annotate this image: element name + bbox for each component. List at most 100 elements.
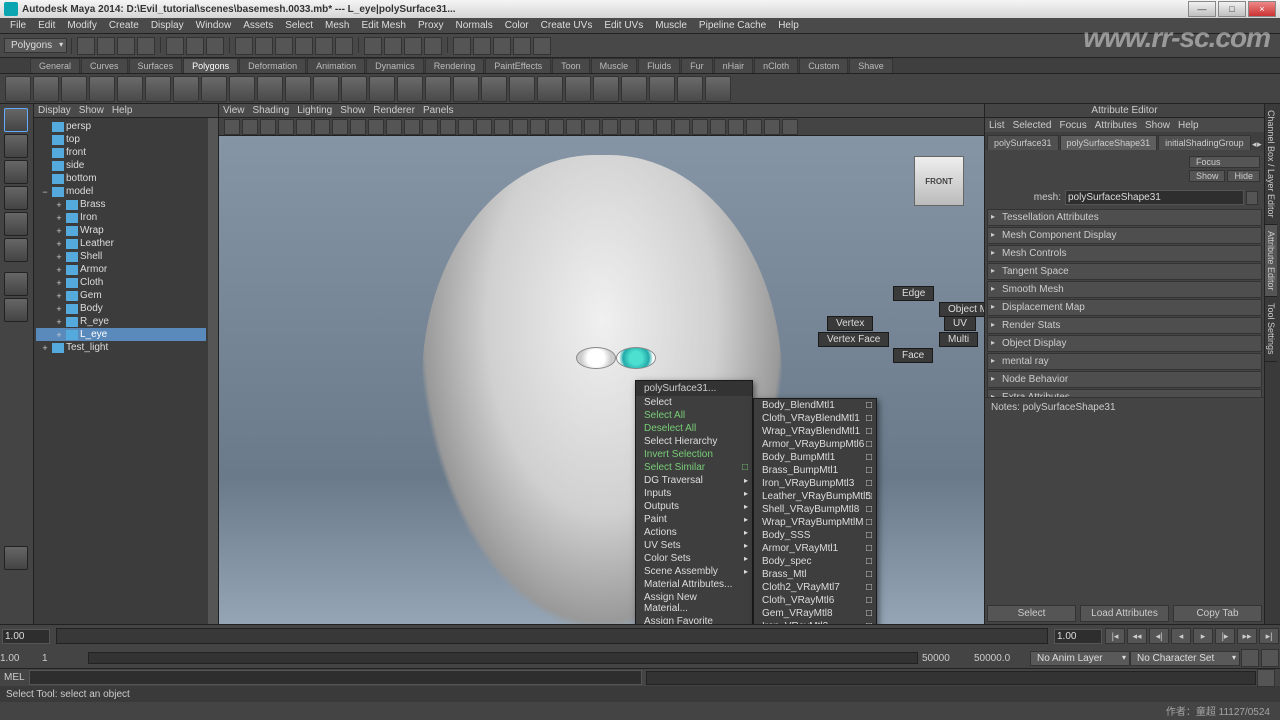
paint-select-tool-icon[interactable]	[4, 160, 28, 184]
range-cur-field[interactable]: 1	[42, 653, 84, 664]
menu-pipeline-cache[interactable]: Pipeline Cache	[693, 20, 772, 31]
outliner-item-front[interactable]: front	[36, 146, 206, 159]
ae-btn-select[interactable]: Select	[987, 605, 1076, 622]
status-icon[interactable]	[404, 37, 422, 55]
material-armor-vraybumpmtl6[interactable]: Armor_VRayBumpMtl6	[754, 438, 876, 451]
go-end-icon[interactable]: ▸|	[1259, 628, 1279, 644]
last-tool-icon[interactable]	[4, 546, 28, 570]
ae-tab-initialshadinggroup[interactable]: initialShadingGroup	[1158, 135, 1251, 150]
outliner-item-l_eye[interactable]: +L_eye	[36, 328, 206, 341]
menu-display[interactable]: Display	[145, 20, 190, 31]
ae-menu-focus[interactable]: Focus	[1059, 120, 1086, 131]
viewport-tool-icon[interactable]	[710, 119, 726, 135]
material-leather-vraybumpmtl5[interactable]: Leather_VRayBumpMtl5	[754, 490, 876, 503]
outliner-item-r_eye[interactable]: +R_eye	[36, 315, 206, 328]
expand-icon[interactable]: +	[54, 213, 64, 223]
ctx-scene-assembly[interactable]: Scene Assembly	[636, 565, 752, 578]
ctx-dg-traversal[interactable]: DG Traversal	[636, 474, 752, 487]
outliner-tree[interactable]: persptopfrontsidebottom−model+Brass+Iron…	[34, 118, 208, 624]
material-wrap-vraybumpmtlm[interactable]: Wrap_VRayBumpMtlM	[754, 516, 876, 529]
viewport-tool-icon[interactable]	[764, 119, 780, 135]
shelf-icon[interactable]	[61, 76, 87, 102]
shelf-tab-muscle[interactable]: Muscle	[591, 58, 638, 73]
move-tool-icon[interactable]	[4, 186, 28, 210]
shelf-icon[interactable]	[229, 76, 255, 102]
viewport-tool-icon[interactable]	[638, 119, 654, 135]
material-armor-vraymtl1[interactable]: Armor_VRayMtl1	[754, 542, 876, 555]
shelf-icon[interactable]	[33, 76, 59, 102]
shelf-icon[interactable]	[257, 76, 283, 102]
viewport-tool-icon[interactable]	[242, 119, 258, 135]
material-wrap-vrayblendmtl1[interactable]: Wrap_VRayBlendMtl1	[754, 425, 876, 438]
ctx-paint[interactable]: Paint	[636, 513, 752, 526]
viewport-canvas[interactable]: FRONT Edge Object Mode Vertex UV Vertex …	[219, 136, 984, 624]
menu-help[interactable]: Help	[772, 20, 805, 31]
status-icon[interactable]	[493, 37, 511, 55]
ae-tab-nav-icon[interactable]: ▸	[1257, 139, 1262, 150]
status-icon[interactable]	[384, 37, 402, 55]
marking-multi[interactable]: Multi	[939, 332, 978, 347]
marking-face[interactable]: Face	[893, 348, 933, 363]
ae-section-extra-attributes[interactable]: Extra Attributes	[987, 389, 1262, 397]
shelf-tab-nhair[interactable]: nHair	[714, 58, 754, 73]
shelf-tab-curves[interactable]: Curves	[81, 58, 128, 73]
ae-section-object-display[interactable]: Object Display	[987, 335, 1262, 352]
status-icon[interactable]	[186, 37, 204, 55]
outliner-scrollbar[interactable]	[208, 118, 218, 624]
material-cloth2-vraymtl7[interactable]: Cloth2_VRayMtl7	[754, 581, 876, 594]
expand-icon[interactable]: −	[40, 187, 50, 197]
menu-proxy[interactable]: Proxy	[412, 20, 450, 31]
material-cloth-vraymtl6[interactable]: Cloth_VRayMtl6	[754, 594, 876, 607]
ae-section-render-stats[interactable]: Render Stats	[987, 317, 1262, 334]
range-start-field[interactable]: 1.00	[0, 653, 42, 664]
ae-section-tangent-space[interactable]: Tangent Space	[987, 263, 1262, 280]
outliner-item-armor[interactable]: +Armor	[36, 263, 206, 276]
play-fwd-icon[interactable]: ▸	[1193, 628, 1213, 644]
shelf-icon[interactable]	[705, 76, 731, 102]
ae-menu-attributes[interactable]: Attributes	[1095, 120, 1137, 131]
shelf-tab-painteffects[interactable]: PaintEffects	[485, 58, 551, 73]
status-icon[interactable]	[117, 37, 135, 55]
shelf-icon[interactable]	[173, 76, 199, 102]
shelf-icon[interactable]	[565, 76, 591, 102]
ae-section-smooth-mesh[interactable]: Smooth Mesh	[987, 281, 1262, 298]
expand-icon[interactable]: +	[54, 291, 64, 301]
shelf-tab-rendering[interactable]: Rendering	[425, 58, 485, 73]
shelf-icon[interactable]	[145, 76, 171, 102]
menu-select[interactable]: Select	[279, 20, 319, 31]
ae-section-displacement-map[interactable]: Displacement Map	[987, 299, 1262, 316]
marking-edge[interactable]: Edge	[893, 286, 934, 301]
outliner-item-leather[interactable]: +Leather	[36, 237, 206, 250]
ctx-uv-sets[interactable]: UV Sets	[636, 539, 752, 552]
viewport-tool-icon[interactable]	[746, 119, 762, 135]
ae-btn-load-attributes[interactable]: Load Attributes	[1080, 605, 1169, 622]
shelf-tab-ncloth[interactable]: nCloth	[754, 58, 798, 73]
ae-section-node-behavior[interactable]: Node Behavior	[987, 371, 1262, 388]
material-iron-vraymtl3[interactable]: Iron_VRayMtl3	[754, 620, 876, 624]
ctx-select-similar[interactable]: Select Similar	[636, 461, 752, 474]
ae-tab-polysurface31[interactable]: polySurface31	[987, 135, 1059, 150]
viewport-tool-icon[interactable]	[350, 119, 366, 135]
menu-create[interactable]: Create	[103, 20, 145, 31]
shelf-icon[interactable]	[509, 76, 535, 102]
minimize-button[interactable]: —	[1188, 1, 1216, 17]
shelf-tab-custom[interactable]: Custom	[799, 58, 848, 73]
viewport-tool-icon[interactable]	[692, 119, 708, 135]
viewport-tool-icon[interactable]	[458, 119, 474, 135]
viewport-tool-icon[interactable]	[566, 119, 582, 135]
ctx-assign-new-material-[interactable]: Assign New Material...	[636, 591, 752, 615]
viewport-tool-icon[interactable]	[476, 119, 492, 135]
ae-section-mental-ray[interactable]: mental ray	[987, 353, 1262, 370]
menu-mesh[interactable]: Mesh	[319, 20, 355, 31]
material-cloth-vrayblendmtl1[interactable]: Cloth_VRayBlendMtl1	[754, 412, 876, 425]
viewport-tool-icon[interactable]	[602, 119, 618, 135]
viewport-tool-icon[interactable]	[674, 119, 690, 135]
shelf-icon[interactable]	[313, 76, 339, 102]
menu-edit[interactable]: Edit	[32, 20, 61, 31]
ctx-inputs[interactable]: Inputs	[636, 487, 752, 500]
viewport-tool-icon[interactable]	[440, 119, 456, 135]
outliner-menu-help[interactable]: Help	[112, 105, 133, 116]
status-icon[interactable]	[473, 37, 491, 55]
menu-file[interactable]: File	[4, 20, 32, 31]
ctx-assign-favorite-material[interactable]: Assign Favorite Material	[636, 615, 752, 624]
